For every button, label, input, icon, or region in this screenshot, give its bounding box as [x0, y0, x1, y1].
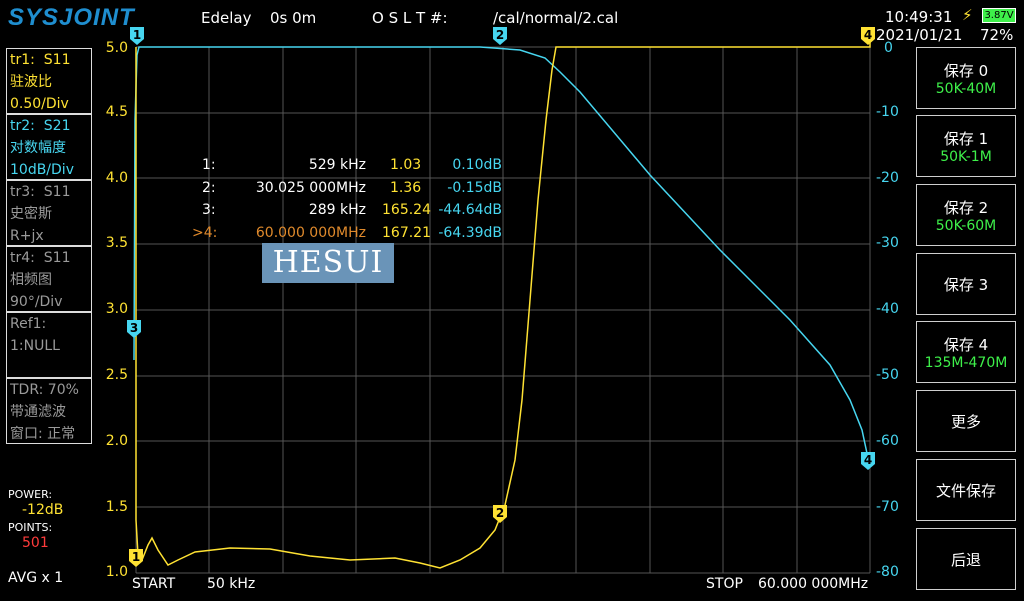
- stop-label: STOP: [706, 576, 743, 592]
- marker-freq: 30.025 000MHz: [255, 180, 366, 196]
- more-button[interactable]: 更多: [916, 390, 1016, 452]
- back-button[interactable]: 后退: [916, 528, 1016, 590]
- svg-text:1: 1: [133, 28, 141, 42]
- button-subtitle: 50K-40M: [935, 81, 997, 97]
- button-subtitle: 50K-60M: [935, 218, 997, 234]
- start-label: START: [132, 576, 176, 592]
- marker-2-top-flag: 2: [493, 27, 507, 45]
- start-value[interactable]: 50 kHz: [207, 576, 255, 592]
- svg-text:4: 4: [864, 28, 872, 42]
- marker-swr: 1.36: [390, 180, 422, 196]
- svg-text:2: 2: [496, 28, 504, 42]
- marker-freq: 289 kHz: [308, 202, 366, 218]
- marker-4-flag: 4: [861, 452, 875, 470]
- save-3-button[interactable]: 保存 3: [916, 253, 1016, 315]
- button-title: 保存 1: [943, 130, 989, 148]
- save-0-button[interactable]: 保存 0 50K-40M: [916, 47, 1016, 109]
- marker-freq-active: 60.000 000MHz: [255, 225, 366, 241]
- button-title: 更多: [950, 413, 981, 431]
- stop-value[interactable]: 60.000 000MHz: [758, 576, 868, 592]
- trace-plot[interactable]: 1 2 4 3 4 2 1: [0, 0, 1024, 601]
- button-title: 文件保存: [935, 482, 996, 500]
- svg-text:2: 2: [496, 506, 504, 520]
- marker-db: -44.64dB: [438, 202, 502, 218]
- svg-text:1: 1: [132, 550, 140, 564]
- marker-db: -0.15dB: [447, 180, 502, 196]
- button-title: 保存 2: [943, 199, 989, 217]
- marker-1-top-flag: 1: [130, 27, 144, 45]
- watermark: HESUI: [262, 243, 394, 283]
- marker-swr: 1.03: [390, 157, 422, 173]
- svg-text:3: 3: [130, 321, 138, 335]
- marker-num: 2:: [202, 180, 216, 196]
- save-2-button[interactable]: 保存 2 50K-60M: [916, 184, 1016, 246]
- button-title: 保存 0: [943, 62, 989, 80]
- button-title: 保存 3: [943, 276, 989, 294]
- marker-swr: 167.21: [382, 225, 431, 241]
- trace-2-line: [133, 46, 869, 459]
- button-subtitle: 50K-1M: [940, 149, 992, 165]
- marker-num-active: >4:: [192, 225, 218, 241]
- marker-freq: 529 kHz: [308, 157, 366, 173]
- save-1-button[interactable]: 保存 1 50K-1M: [916, 115, 1016, 177]
- marker-4-top-flag: 4: [861, 27, 875, 45]
- button-subtitle: 135M-470M: [924, 355, 1008, 371]
- button-title: 保存 4: [943, 336, 989, 354]
- marker-num: 1:: [202, 157, 216, 173]
- marker-db: 0.10dB: [452, 157, 502, 173]
- marker-1-flag: 1: [129, 549, 143, 567]
- marker-swr: 165.24: [382, 202, 431, 218]
- marker-2-flag: 2: [493, 505, 507, 523]
- save-4-button[interactable]: 保存 4 135M-470M: [916, 321, 1016, 383]
- marker-3-flag: 3: [127, 320, 141, 338]
- svg-text:4: 4: [864, 453, 872, 467]
- button-title: 后退: [950, 551, 981, 569]
- marker-num: 3:: [202, 202, 216, 218]
- file-save-button[interactable]: 文件保存: [916, 459, 1016, 521]
- plot-grid: [135, 46, 871, 574]
- marker-db: -64.39dB: [438, 225, 502, 241]
